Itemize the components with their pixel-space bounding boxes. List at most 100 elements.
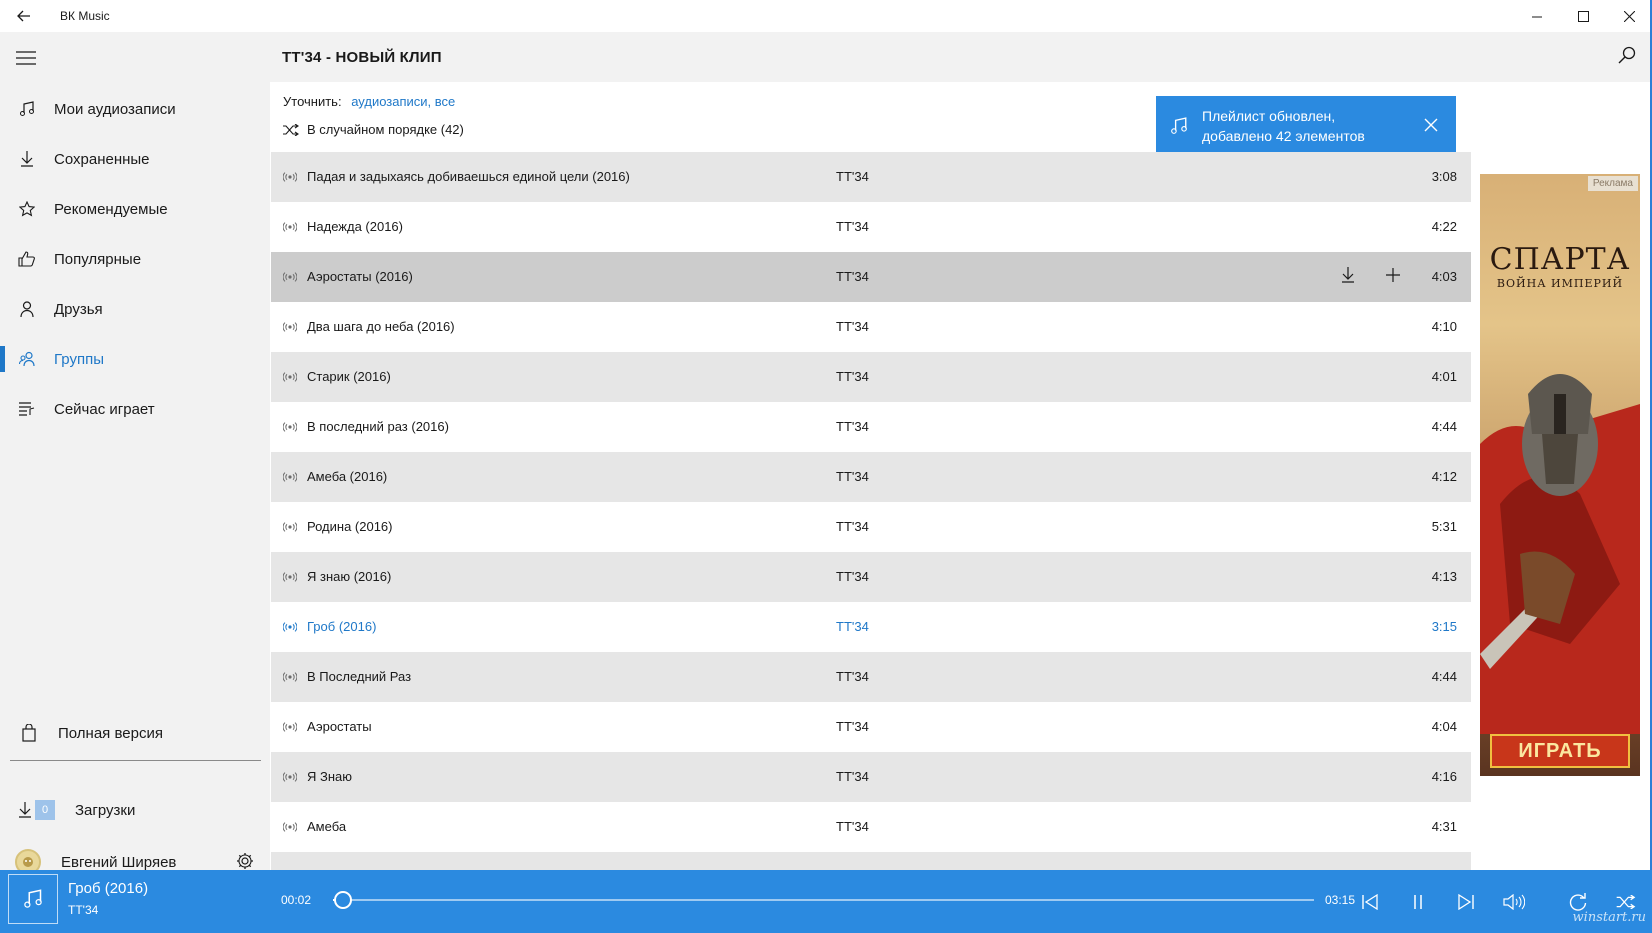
track-row[interactable]: Старик (2016) ТТ'34 4:01 [271,352,1471,402]
sidebar-item-popular[interactable]: Популярные [0,234,270,284]
track-duration: 4:12 [1431,469,1457,484]
total-time: 03:15 [1325,893,1356,907]
sidebar-item-my-audio[interactable]: Мои аудиозаписи [0,84,270,134]
broadcast-icon[interactable] [282,820,298,835]
track-row[interactable]: Амеба ТТ'34 4:31 [271,802,1471,852]
track-artist[interactable]: ТТ'34 [836,319,869,334]
menu-button[interactable] [14,46,38,70]
warrior-image [1480,374,1640,734]
sidebar-item-groups[interactable]: Группы [0,334,270,384]
minimize-button[interactable] [1514,0,1560,32]
seek-bar-handle[interactable] [333,891,352,909]
track-artist[interactable]: ТТ'34 [836,419,869,434]
sidebar-item-friends[interactable]: Друзья [0,284,270,334]
filter-row: Уточнить: аудиозаписи, все [283,94,455,109]
broadcast-icon[interactable] [282,770,298,785]
download-icon [1342,267,1354,283]
broadcast-icon[interactable] [282,720,298,735]
track-row[interactable]: В Последний Раз ТТ'34 4:44 [271,652,1471,702]
sidebar-item-recommended[interactable]: Рекомендуемые [0,184,270,234]
pause-button[interactable] [1406,890,1430,914]
now-playing-art[interactable] [8,874,58,924]
track-row[interactable]: В последний раз (2016) ТТ'34 4:44 [271,402,1471,452]
download-icon [18,802,32,818]
track-row[interactable]: Аэростаты ТТ'34 4:04 [271,702,1471,752]
music-note-icon [0,84,54,134]
sidebar-item-label: Сейчас играет [54,400,155,418]
shuffle-icon [1616,895,1636,909]
track-row[interactable]: Падая и задыхаясь добиваешься единой цел… [271,152,1471,202]
back-button[interactable] [0,0,48,32]
track-artist[interactable]: ТТ'34 [836,169,869,184]
track-row[interactable] [271,852,1471,870]
download-icon [0,134,54,184]
full-version-button[interactable]: Полная версия [0,708,270,758]
close-window-button[interactable] [1606,0,1652,32]
downloads-count-badge: 0 [35,800,55,820]
sidebar-item-now-playing[interactable]: Сейчас играет [0,384,270,434]
track-row[interactable]: Я знаю (2016) ТТ'34 4:13 [271,552,1471,602]
toast-close-button[interactable] [1424,118,1438,137]
shopping-bag-icon [0,724,58,742]
track-row[interactable]: Два шага до неба (2016) ТТ'34 4:10 [271,302,1471,352]
track-artist[interactable]: ТТ'34 [836,819,869,834]
previous-button[interactable] [1358,890,1382,914]
track-add-button[interactable] [1385,267,1401,286]
track-artist[interactable]: ТТ'34 [836,269,869,284]
track-artist[interactable]: ТТ'34 [836,369,869,384]
broadcast-icon[interactable] [282,570,298,585]
next-button[interactable] [1454,890,1478,914]
shuffle-all-button[interactable]: В случайном порядке (42) [283,122,464,137]
track-duration: 4:44 [1431,669,1457,684]
broadcast-icon[interactable] [282,170,298,185]
broadcast-icon[interactable] [282,670,298,685]
broadcast-icon[interactable] [282,370,298,385]
track-row[interactable]: Амеба (2016) ТТ'34 4:12 [271,452,1471,502]
next-icon [1458,894,1474,910]
track-row[interactable]: Аэростаты (2016) ТТ'34 4:03 [271,252,1471,302]
track-artist[interactable]: ТТ'34 [836,669,869,684]
sidebar-item-saved[interactable]: Сохраненные [0,134,270,184]
full-version-label: Полная версия [58,724,163,742]
downloads-button[interactable]: 0 Загрузки [0,790,270,830]
sidebar-divider [10,760,261,761]
volume-button[interactable] [1502,890,1526,914]
track-duration: 3:15 [1431,619,1457,634]
track-title: Я знаю (2016) [307,569,392,584]
track-download-button[interactable] [1341,267,1355,286]
track-artist[interactable]: ТТ'34 [836,769,869,784]
track-row[interactable]: Родина (2016) ТТ'34 5:31 [271,502,1471,552]
search-button[interactable] [1618,46,1636,69]
track-artist[interactable]: ТТ'34 [836,719,869,734]
track-row[interactable]: Гроб (2016) ТТ'34 3:15 [271,602,1471,652]
track-artist[interactable]: ТТ'34 [836,219,869,234]
broadcast-icon[interactable] [282,470,298,485]
track-duration: 4:13 [1431,569,1457,584]
sidebar-item-label: Группы [54,350,104,368]
track-row[interactable]: Надежда (2016) ТТ'34 4:22 [271,202,1471,252]
broadcast-icon[interactable] [282,420,298,435]
ad-banner[interactable]: Реклама СПАРТА ВОЙНА ИМПЕРИЙ ИГРАТЬ [1480,174,1640,776]
broadcast-icon[interactable] [282,220,298,235]
hamburger-icon [16,51,36,65]
sidebar-item-label: Сохраненные [54,150,150,168]
track-artist[interactable]: ТТ'34 [836,569,869,584]
watermark: winstart.ru [1572,910,1646,925]
seek-bar[interactable] [333,891,1314,909]
track-artist[interactable]: ТТ'34 [836,519,869,534]
broadcast-icon[interactable] [282,270,298,285]
track-artist[interactable]: ТТ'34 [836,619,869,634]
broadcast-icon[interactable] [282,520,298,535]
music-note-icon [1156,117,1202,135]
broadcast-icon[interactable] [282,620,298,635]
window-title: ВК Music [60,9,110,23]
page-title: ТТ'34 - НОВЫЙ КЛИП [282,49,442,66]
maximize-button[interactable] [1560,0,1606,32]
track-artist[interactable]: ТТ'34 [836,469,869,484]
gear-icon [237,853,253,869]
filter-link[interactable]: аудиозаписи, все [351,94,455,109]
broadcast-icon[interactable] [282,320,298,335]
track-row[interactable]: Я Знаю ТТ'34 4:16 [271,752,1471,802]
track-title: Амеба [307,819,347,834]
ad-play-button[interactable]: ИГРАТЬ [1490,734,1630,768]
